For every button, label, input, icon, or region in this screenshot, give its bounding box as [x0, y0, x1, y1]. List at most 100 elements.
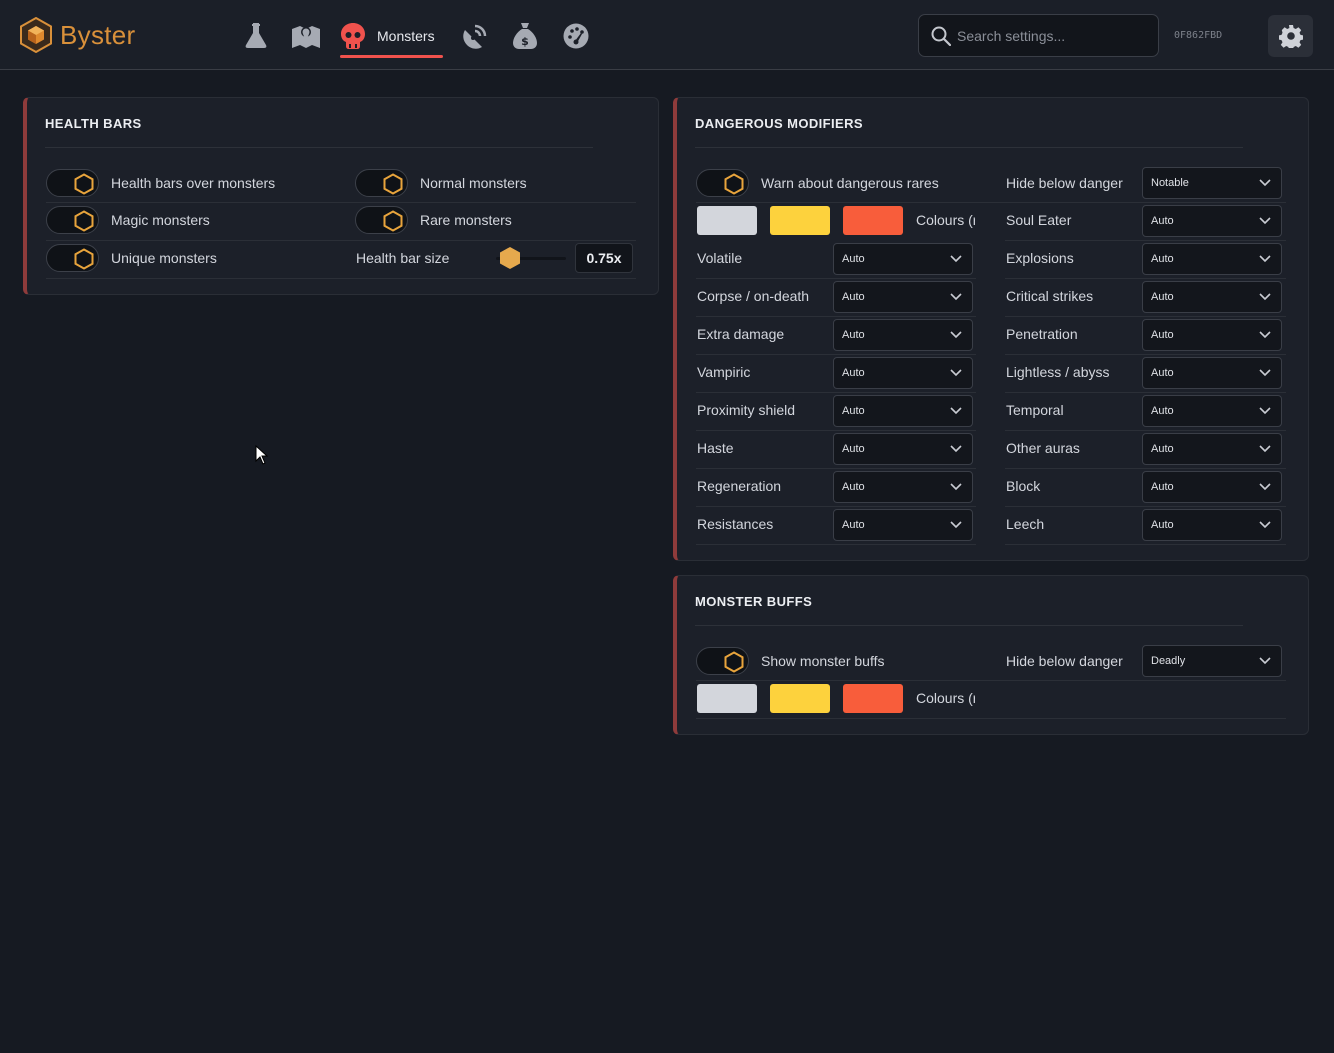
select-modifier-danger[interactable]: Auto [1142, 395, 1282, 427]
label-unique-monsters: Unique monsters [111, 250, 217, 266]
colour-swatch-high[interactable] [843, 684, 903, 713]
chevron-down-icon [950, 369, 962, 377]
toggle-normal-monsters[interactable] [355, 169, 408, 197]
label-modifier: Corpse / on-death [697, 288, 810, 304]
label-modifier: Soul Eater [1006, 212, 1072, 228]
select-modifier-danger[interactable]: Auto [833, 281, 973, 313]
select-modifier-danger[interactable]: Auto [1142, 433, 1282, 465]
chevron-down-icon [950, 483, 962, 491]
chevron-down-icon [1259, 331, 1271, 339]
row-divider [1005, 430, 1286, 431]
row-divider [1005, 392, 1286, 393]
select-value: Auto [1151, 443, 1174, 455]
chevron-down-icon [1259, 217, 1271, 225]
row-divider [1005, 316, 1286, 317]
row-divider [696, 202, 1286, 203]
flask-icon [245, 23, 267, 48]
toggle-rare-monsters[interactable] [355, 206, 408, 234]
hexagon-icon [383, 210, 403, 232]
select-value: Auto [1151, 291, 1174, 303]
label-modifier: Haste [697, 440, 734, 456]
label-modifier: Lightless / abyss [1006, 364, 1110, 380]
toggle-warn-dangerous-rares[interactable] [696, 169, 749, 197]
select-hide-below-danger[interactable]: Notable [1142, 167, 1282, 199]
svg-text:$: $ [521, 35, 529, 48]
toggle-magic-monsters[interactable] [46, 206, 99, 234]
select-modifier-danger[interactable]: Auto [1142, 509, 1282, 541]
colour-swatch-low[interactable] [697, 684, 757, 713]
chevron-down-icon [950, 293, 962, 301]
tab-monsters[interactable]: Monsters [340, 20, 443, 58]
row-divider [696, 392, 976, 393]
select-modifier-danger[interactable]: Auto [1142, 471, 1282, 503]
select-modifier-danger[interactable]: Auto [1142, 357, 1282, 389]
colour-swatch-mid[interactable] [770, 206, 830, 235]
label-show-monster-buffs: Show monster buffs [761, 653, 885, 669]
gauge-icon [563, 23, 589, 49]
label-colours: Colours (r [916, 212, 975, 228]
colour-swatch-mid[interactable] [770, 684, 830, 713]
label-health-bar-size: Health bar size [356, 250, 450, 266]
select-modifier-danger[interactable]: Auto [833, 433, 973, 465]
nav-tab-map[interactable] [290, 20, 322, 52]
search-input[interactable] [957, 25, 1152, 47]
toggle-show-monster-buffs[interactable] [696, 647, 749, 675]
select-value: Auto [842, 481, 865, 493]
label-colours: Colours (r [916, 690, 975, 706]
gear-icon [1278, 25, 1303, 48]
label-rare-monsters: Rare monsters [420, 212, 512, 228]
row-divider [696, 544, 976, 545]
chevron-down-icon [1259, 369, 1271, 377]
toggle-unique-monsters[interactable] [46, 244, 99, 272]
select-modifier-danger[interactable]: Auto [1142, 281, 1282, 313]
row-divider [696, 354, 976, 355]
select-value: Auto [842, 367, 865, 379]
search-box[interactable] [918, 14, 1159, 57]
nav-tab-performance[interactable] [560, 20, 592, 52]
select-modifier-danger[interactable]: Auto [1142, 205, 1282, 237]
nav-tab-flask[interactable] [240, 20, 272, 52]
select-buffs-hide-below-danger[interactable]: Deadly [1142, 645, 1282, 677]
row-divider [1005, 506, 1286, 507]
row-divider [46, 278, 636, 279]
select-modifier-danger[interactable]: Auto [833, 471, 973, 503]
label-modifier: Penetration [1006, 326, 1078, 342]
label-health-bars-over-monsters: Health bars over monsters [111, 175, 276, 191]
row-divider [1005, 278, 1286, 279]
select-modifier-danger[interactable]: Auto [833, 357, 973, 389]
select-modifier-danger[interactable]: Auto [833, 243, 973, 275]
select-modifier-danger[interactable]: Auto [833, 319, 973, 351]
select-value: Auto [842, 329, 865, 341]
panel-title: MONSTER BUFFS [695, 594, 813, 609]
label-modifier: Resistances [697, 516, 774, 532]
settings-button[interactable] [1268, 15, 1313, 57]
chevron-down-icon [1259, 293, 1271, 301]
panel-divider [695, 147, 1243, 148]
active-tab-indicator [340, 55, 443, 58]
select-modifier-danger[interactable]: Auto [1142, 243, 1282, 275]
toggle-health-bars-over-monsters[interactable] [46, 169, 99, 197]
byster-logo-icon [20, 17, 52, 53]
colour-swatch-low[interactable] [697, 206, 757, 235]
select-modifier-danger[interactable]: Auto [833, 395, 973, 427]
hexagon-icon [724, 173, 744, 195]
chevron-down-icon [1259, 445, 1271, 453]
colour-swatch-high[interactable] [843, 206, 903, 235]
label-modifier: Proximity shield [697, 402, 796, 418]
select-modifier-danger[interactable]: Auto [833, 509, 973, 541]
nav-tab-loot[interactable]: $ [509, 20, 541, 52]
label-modifier: Temporal [1006, 402, 1064, 418]
chevron-down-icon [950, 521, 962, 529]
nav-tab-radar[interactable] [459, 20, 491, 52]
radar-icon [463, 24, 487, 49]
chevron-down-icon [950, 255, 962, 263]
row-divider [696, 506, 976, 507]
monster-buffs-panel: MONSTER BUFFS Show monster buffs Hide be… [673, 575, 1309, 735]
label-modifier: Regeneration [697, 478, 782, 494]
select-modifier-danger[interactable]: Auto [1142, 319, 1282, 351]
chevron-down-icon [950, 331, 962, 339]
row-divider [46, 240, 636, 241]
row-divider [1005, 354, 1286, 355]
slider-thumb[interactable] [499, 246, 521, 270]
row-divider [696, 278, 976, 279]
